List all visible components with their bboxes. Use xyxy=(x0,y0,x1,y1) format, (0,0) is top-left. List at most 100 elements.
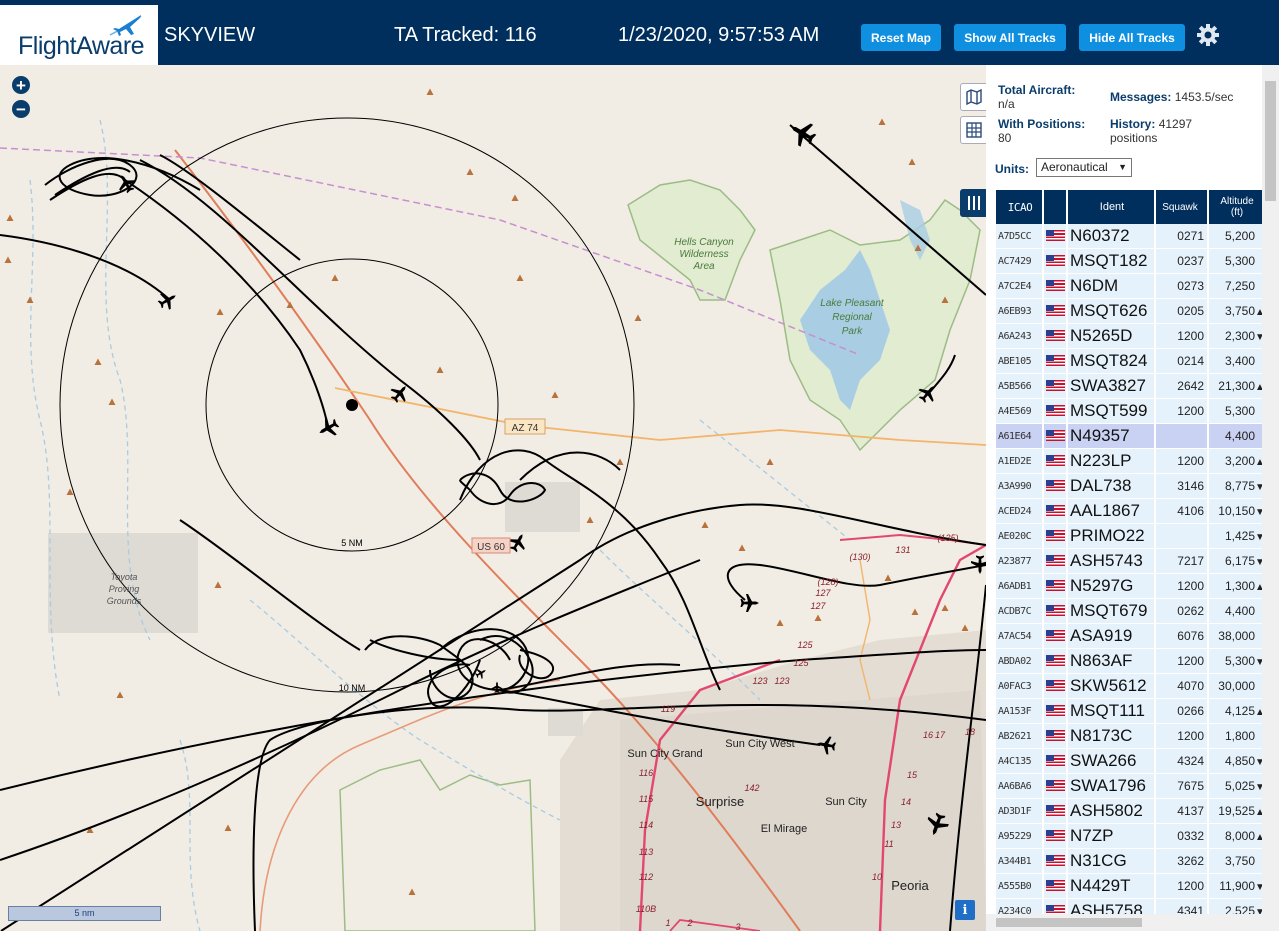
table-row[interactable]: A3A990 DAL738 3146 8,775▼ xyxy=(996,473,1269,499)
grid-button[interactable] xyxy=(960,116,986,144)
altitude-cell: 1,425▼ xyxy=(1208,523,1269,549)
map-layers-button[interactable] xyxy=(960,83,986,111)
tracked-count: TA Tracked: 116 xyxy=(394,24,537,46)
table-row[interactable]: A1ED2E N223LP 1200 3,200▲ xyxy=(996,448,1269,474)
scrollbar-thumb[interactable] xyxy=(996,918,1142,927)
table-row[interactable]: ACDB7C MSQT679 0262 4,400 xyxy=(996,598,1269,624)
icao-cell: A3A990 xyxy=(996,473,1044,499)
altitude-cell: 10,150▼ xyxy=(1208,498,1269,524)
altitude-cell: 5,200 xyxy=(1208,224,1269,249)
road-number: 119 xyxy=(661,704,675,714)
table-row[interactable]: AA6BA6 SWA1796 7675 5,025▼ xyxy=(996,773,1269,799)
map-canvas[interactable]: Hells Canyon Wilderness Area Lake Pleasa… xyxy=(0,65,986,931)
road-number: 115 xyxy=(639,794,654,804)
top-bar: FlightAware SKYVIEW TA Tracked: 116 1/23… xyxy=(0,0,1279,65)
table-row[interactable]: AE020C PRIMO22 1,425▼ xyxy=(996,523,1269,549)
zoom-in-button[interactable]: + xyxy=(12,76,30,94)
icao-cell: A6ADB1 xyxy=(996,573,1044,599)
table-row[interactable]: AB2621 N8173C 1200 1,800 xyxy=(996,723,1269,749)
total-aircraft-value: n/a xyxy=(998,97,1015,111)
us-flag-icon xyxy=(1045,730,1065,742)
altitude-value: 38,000 xyxy=(1218,629,1255,643)
table-row[interactable]: A6A243 N5265D 1200 2,300▼ xyxy=(996,323,1269,349)
flightaware-logo[interactable]: FlightAware xyxy=(0,5,158,65)
total-aircraft-label: Total Aircraft: xyxy=(998,83,1076,97)
altitude-cell: 5,300 xyxy=(1208,398,1269,424)
table-row[interactable]: A6EB93 MSQT626 0205 3,750▲ xyxy=(996,298,1269,324)
squawk-cell: 1200 xyxy=(1155,448,1209,474)
panel-vertical-scrollbar[interactable] xyxy=(1262,65,1279,931)
altitude-cell: 19,525▲ xyxy=(1208,798,1269,824)
show-all-tracks-button[interactable]: Show All Tracks xyxy=(954,24,1066,51)
altitude-cell: 3,400 xyxy=(1208,348,1269,374)
road-number: 127 xyxy=(815,588,831,598)
flag-cell xyxy=(1043,873,1068,899)
hide-all-tracks-button[interactable]: Hide All Tracks xyxy=(1079,24,1185,51)
table-row[interactable]: A7AC54 ASA919 6076 38,000 xyxy=(996,623,1269,649)
squawk-cell: 1200 xyxy=(1155,873,1209,899)
table-row[interactable]: AA153F MSQT111 0266 4,125▲ xyxy=(996,698,1269,724)
ident-cell: PRIMO22 xyxy=(1067,523,1156,549)
table-row[interactable]: AD3D1F ASH5802 4137 19,525▲ xyxy=(996,798,1269,824)
ident-cell: MSQT679 xyxy=(1067,598,1156,624)
units-select[interactable]: Aeronautical ▼ xyxy=(1036,158,1132,177)
table-row[interactable]: A0FAC3 SKW5612 4070 30,000 xyxy=(996,673,1269,699)
road-number: 17 xyxy=(935,730,946,740)
ident-cell: MSQT824 xyxy=(1067,348,1156,374)
aircraft-table: ICAO Ident Squawk Altitude (ft) A7D5CC N6… xyxy=(996,190,1269,924)
flag-cell xyxy=(1043,748,1068,774)
icao-cell: AA153F xyxy=(996,698,1044,724)
table-row[interactable]: A4E569 MSQT599 1200 5,300 xyxy=(996,398,1269,424)
table-row[interactable]: A6ADB1 N5297G 1200 1,300▲ xyxy=(996,573,1269,599)
altitude-value: 1,425 xyxy=(1224,529,1255,543)
table-row[interactable]: A23877 ASH5743 7217 6,175▼ xyxy=(996,548,1269,574)
info-button[interactable]: i xyxy=(955,900,975,920)
flag-cell xyxy=(1043,848,1068,874)
col-header-ident[interactable]: Ident xyxy=(1067,190,1156,224)
col-header-altitude[interactable]: Altitude (ft) xyxy=(1208,190,1269,224)
road-number: 15 xyxy=(907,770,918,780)
altitude-value: 3,750 xyxy=(1224,854,1255,868)
altitude-cell: 4,400 xyxy=(1208,423,1269,449)
table-row[interactable]: A344B1 N31CG 3262 3,750 xyxy=(996,848,1269,874)
table-row[interactable]: A7C2E4 N6DM 0273 7,250 xyxy=(996,273,1269,299)
panel-horizontal-scrollbar[interactable] xyxy=(986,914,1262,931)
table-row[interactable]: A61E64 N49357 4,400 xyxy=(996,423,1269,449)
reset-map-button[interactable]: Reset Map xyxy=(861,24,941,51)
scrollbar-thumb[interactable] xyxy=(1265,81,1276,201)
altitude-cell: 7,250 xyxy=(1208,273,1269,299)
table-row[interactable]: ABE105 MSQT824 0214 3,400 xyxy=(996,348,1269,374)
road-number: 13 xyxy=(891,820,901,830)
col-header-squawk[interactable]: Squawk xyxy=(1155,190,1209,224)
map-view[interactable]: Hells Canyon Wilderness Area Lake Pleasa… xyxy=(0,65,986,931)
squawk-cell: 4137 xyxy=(1155,798,1209,824)
table-row[interactable]: A555B0 N4429T 1200 11,900▼ xyxy=(996,873,1269,899)
units-selected-value: Aeronautical xyxy=(1041,160,1108,174)
gear-icon[interactable] xyxy=(1196,23,1220,47)
altitude-cell: 4,125▲ xyxy=(1208,698,1269,724)
altitude-cell: 3,200▲ xyxy=(1208,448,1269,474)
road-number: 125 xyxy=(797,640,813,650)
road-number: 3 xyxy=(735,922,740,931)
history-label: History: xyxy=(1110,117,1156,131)
hells-canyon-label-1: Hells Canyon xyxy=(674,237,734,248)
column-toggle-button[interactable] xyxy=(960,189,986,217)
icao-cell: AE020C xyxy=(996,523,1044,549)
col-header-flag[interactable] xyxy=(1043,190,1068,224)
road-number: 112 xyxy=(639,872,653,882)
table-row[interactable]: ACED24 AAL1867 4106 10,150▼ xyxy=(996,498,1269,524)
table-row[interactable]: A5B566 SWA3827 2642 21,300▲ xyxy=(996,373,1269,399)
col-header-icao[interactable]: ICAO xyxy=(996,190,1044,224)
us-flag-icon xyxy=(1045,330,1065,342)
table-row[interactable]: AC7429 MSQT182 0237 5,300 xyxy=(996,248,1269,274)
table-row[interactable]: ABDA02 N863AF 1200 5,300▼ xyxy=(996,648,1269,674)
table-row[interactable]: A4C135 SWA266 4324 4,850▼ xyxy=(996,748,1269,774)
table-row[interactable]: A95229 N7ZP 0332 8,000▲ xyxy=(996,823,1269,849)
table-row[interactable]: A7D5CC N60372 0271 5,200 xyxy=(996,224,1269,249)
ident-cell: SWA3827 xyxy=(1067,373,1156,399)
icao-cell: ACDB7C xyxy=(996,598,1044,624)
ident-cell: SWA266 xyxy=(1067,748,1156,774)
ident-cell: N5265D xyxy=(1067,323,1156,349)
zoom-out-button[interactable]: − xyxy=(12,100,30,118)
altitude-value: 1,800 xyxy=(1224,729,1255,743)
